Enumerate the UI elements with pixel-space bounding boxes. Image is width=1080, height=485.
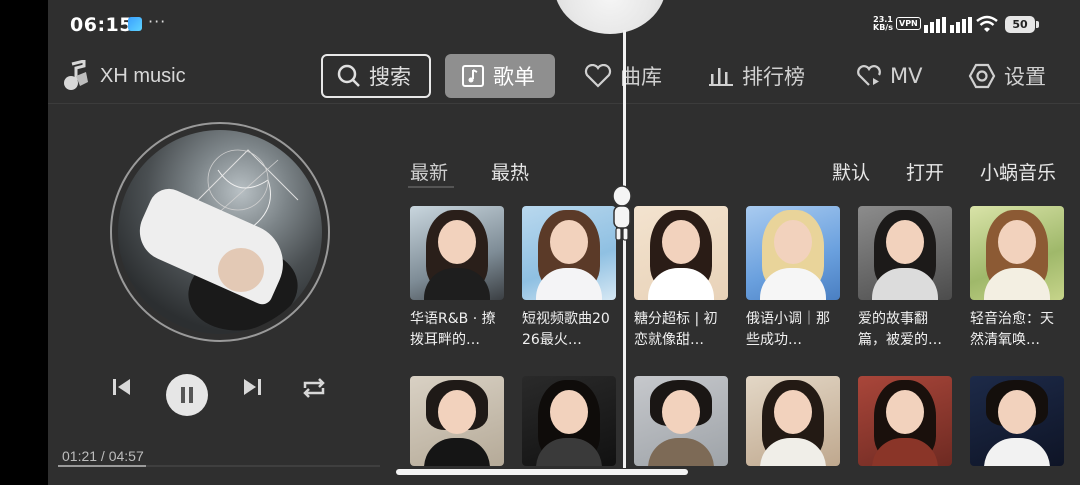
left-black-edge xyxy=(0,0,48,485)
pause-icon xyxy=(181,387,193,403)
next-track-button[interactable] xyxy=(241,376,263,398)
vpn-badge: VPN xyxy=(896,17,921,30)
playlist-card[interactable]: 俄语小调｜那些成功… xyxy=(746,206,840,351)
playlist-title: 短视频歌曲2026最火… xyxy=(522,311,610,348)
repeat-button[interactable] xyxy=(301,376,327,400)
chart-bars-icon xyxy=(709,68,733,86)
app-logo[interactable]: XH music xyxy=(62,60,186,92)
nav-ranking-tab[interactable]: 排行榜 xyxy=(708,54,805,98)
playlist-card[interactable]: 爱的故事翻篇，被爱的… xyxy=(858,206,952,351)
playlist-card[interactable] xyxy=(858,376,952,466)
playlist-card[interactable] xyxy=(522,376,616,466)
music-note-logo-icon xyxy=(64,60,88,90)
playlist-title: 华语R&B · 撩拨耳畔的… xyxy=(410,311,496,348)
top-nav: XH music 搜索 歌单 曲库 排行榜 MV 设置 xyxy=(48,50,1080,104)
search-icon xyxy=(337,64,360,87)
playlist-icon xyxy=(462,65,484,87)
progress-fill xyxy=(58,465,146,467)
playlist-title: 轻音治愈：天然清氧唤… xyxy=(970,311,1054,348)
app-screen: 06:15 ··· 23.1 KB/s VPN 50 XH music 搜索 歌… xyxy=(48,0,1080,485)
app-notification-icon xyxy=(128,17,142,31)
home-indicator[interactable] xyxy=(396,469,688,475)
playlist-cover xyxy=(410,376,504,466)
playlist-card[interactable]: 糖分超标 | 初恋就像甜… xyxy=(634,206,728,351)
nav-search-button[interactable]: 搜索 xyxy=(321,54,431,98)
nav-search-label: 搜索 xyxy=(369,65,411,89)
playlist-cover xyxy=(634,206,728,300)
playlist-card[interactable] xyxy=(410,376,504,466)
astronaut-charm-icon xyxy=(612,185,632,241)
playlist-cover xyxy=(522,206,616,300)
source-xiaowo-button[interactable]: 小蜗音乐 xyxy=(980,158,1056,185)
playlist-cover xyxy=(522,376,616,466)
heart-play-icon xyxy=(857,65,881,86)
playlist-cover xyxy=(410,206,504,300)
network-speed: 23.1 KB/s xyxy=(872,16,894,32)
tab-latest-underline xyxy=(408,186,454,188)
sort-default-button[interactable]: 默认 xyxy=(832,158,870,185)
nav-ranking-label: 排行榜 xyxy=(742,65,805,89)
hexagon-gear-icon xyxy=(968,63,996,89)
playlist-title: 俄语小调｜那些成功… xyxy=(746,311,830,348)
playlist-card[interactable] xyxy=(634,376,728,466)
wifi-icon xyxy=(976,15,998,32)
playlist-cover xyxy=(858,376,952,466)
progress-bar[interactable] xyxy=(58,465,380,467)
nav-mv-tab[interactable]: MV xyxy=(856,54,922,98)
playlist-card[interactable]: 轻音治愈：天然清氧唤… xyxy=(970,206,1064,351)
tab-latest[interactable]: 最新 xyxy=(410,158,448,185)
playlist-title: 糖分超标 | 初恋就像甜… xyxy=(634,311,718,348)
playlist-cover xyxy=(746,206,840,300)
album-cover-art xyxy=(118,130,322,334)
album-disc[interactable] xyxy=(110,122,330,342)
nav-settings-label: 设置 xyxy=(1004,65,1046,89)
app-name: XH music xyxy=(100,64,186,87)
playlist-cover xyxy=(634,376,728,466)
playlist-card[interactable] xyxy=(746,376,840,466)
nav-playlist-label: 歌单 xyxy=(493,65,535,89)
more-notifications-icon: ··· xyxy=(148,12,167,31)
playlist-card[interactable]: 短视频歌曲2026最火… xyxy=(522,206,616,351)
open-button[interactable]: 打开 xyxy=(906,158,944,185)
playlist-title: 爱的故事翻篇，被爱的… xyxy=(858,311,942,348)
battery-indicator: 50 xyxy=(1005,16,1039,33)
nav-mv-label: MV xyxy=(890,64,923,88)
clock: 06:15 xyxy=(70,14,133,36)
network-speed-unit: KB/s xyxy=(873,23,893,32)
pause-button[interactable] xyxy=(166,374,208,416)
playlist-cover xyxy=(746,376,840,466)
playlist-cover xyxy=(970,376,1064,466)
playback-time: 01:21 / 04:57 xyxy=(62,448,144,464)
playlist-cover xyxy=(858,206,952,300)
nav-library-label: 曲库 xyxy=(620,65,662,89)
tab-hottest[interactable]: 最热 xyxy=(491,158,529,185)
playlist-card[interactable] xyxy=(970,376,1064,466)
nav-settings-tab[interactable]: 设置 xyxy=(968,54,1046,98)
heart-icon xyxy=(584,64,612,88)
previous-track-button[interactable] xyxy=(111,376,133,398)
hanging-thread-decoration xyxy=(623,30,626,468)
nav-playlist-tab[interactable]: 歌单 xyxy=(445,54,555,98)
signal-strength-icon xyxy=(924,17,972,33)
playlist-cover xyxy=(970,206,1064,300)
playlist-card[interactable]: 华语R&B · 撩拨耳畔的… xyxy=(410,206,504,351)
